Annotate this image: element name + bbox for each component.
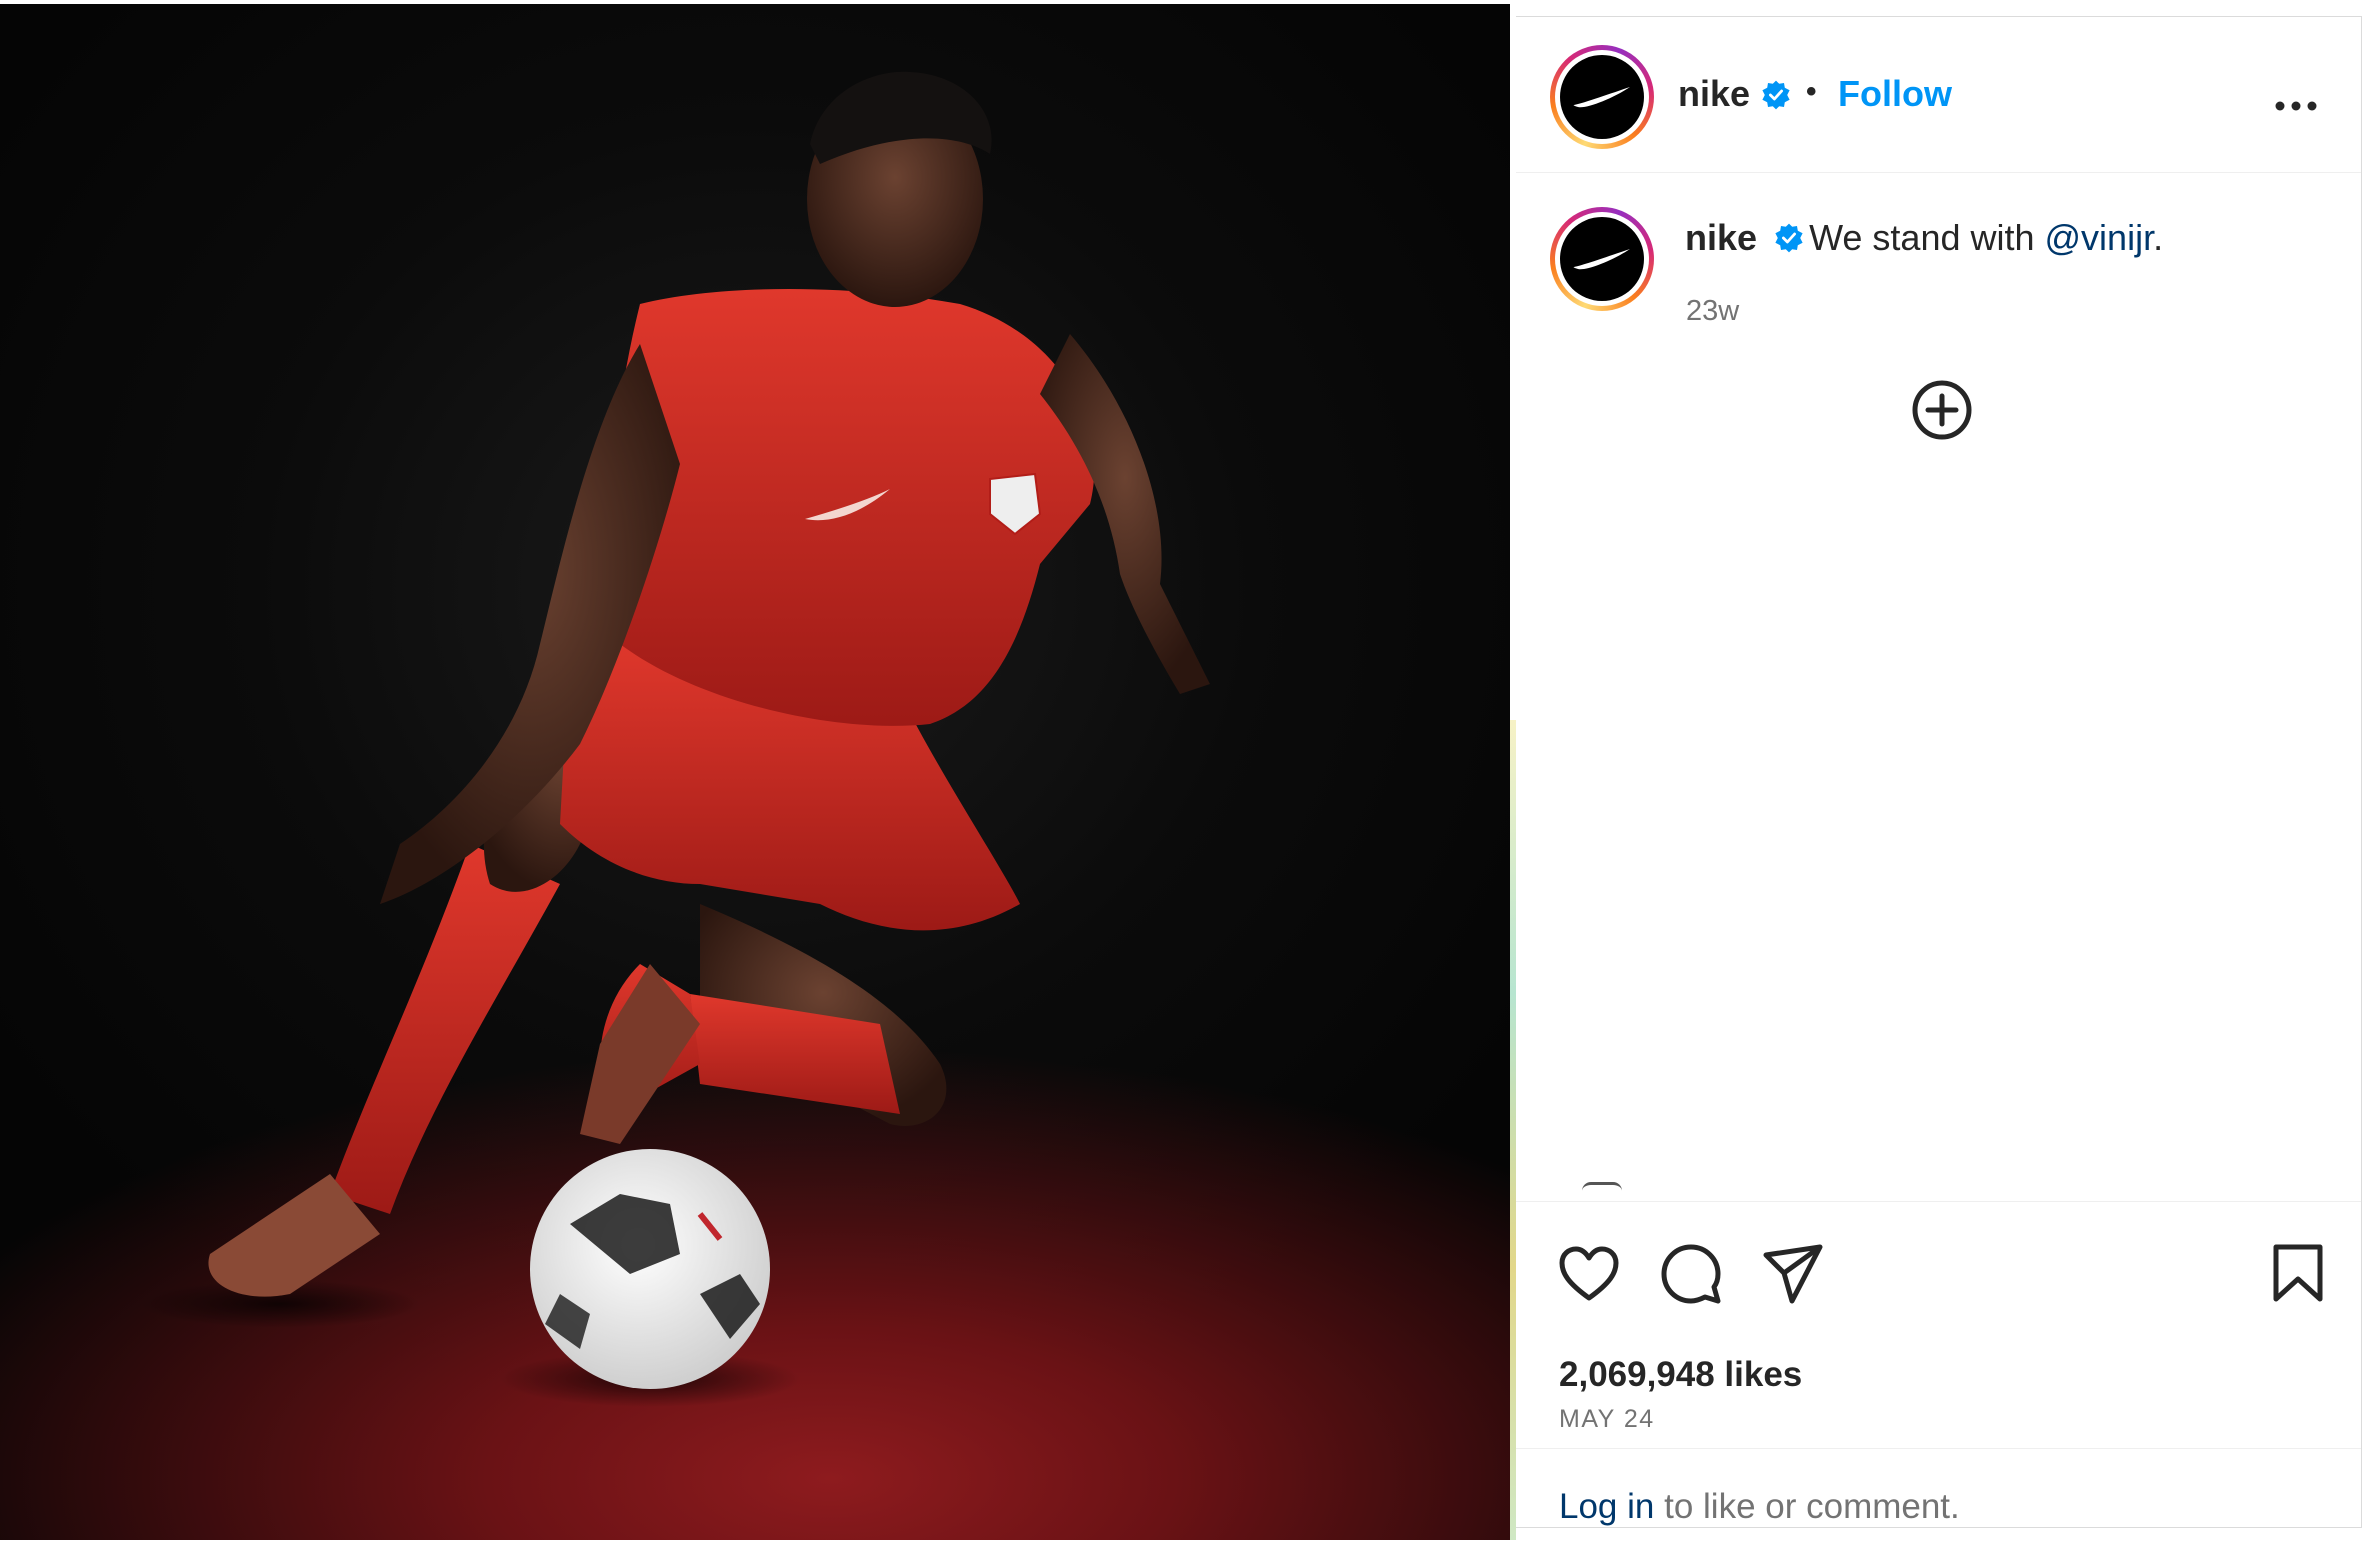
header-username[interactable]: nike — [1678, 73, 1750, 115]
caption-username[interactable]: nike — [1685, 217, 1757, 258]
verified-badge-icon — [1775, 223, 1803, 253]
nike-swoosh-icon — [1560, 217, 1644, 301]
login-prompt: Log in to like or comment. — [1559, 1487, 1960, 1527]
partial-comment-avatar — [1582, 1182, 1622, 1191]
login-link[interactable]: Log in — [1559, 1487, 1654, 1526]
post-image[interactable] — [0, 4, 1510, 1540]
bookmark-icon[interactable] — [2272, 1243, 2324, 1303]
share-icon[interactable] — [1762, 1243, 1824, 1305]
follow-button[interactable]: Follow — [1838, 73, 1952, 115]
caption-time[interactable]: 23w — [1686, 295, 1739, 328]
header-separator: • — [1806, 75, 1817, 108]
soccer-player-illustration — [140, 71, 1210, 1407]
plus-circle-icon[interactable] — [1911, 379, 1973, 441]
nike-swoosh-icon — [1560, 55, 1644, 139]
post-panel: nike • Follow nike We stand with @vinijr… — [1516, 16, 2362, 1528]
actions-divider — [1516, 1201, 2361, 1202]
mention-link[interactable]: @vinijr — [2045, 217, 2154, 258]
caption-end: . — [2153, 217, 2164, 258]
likes-count[interactable]: 2,069,948 likes — [1559, 1355, 1802, 1395]
heart-icon[interactable] — [1558, 1245, 1620, 1303]
profile-avatar[interactable] — [1550, 45, 1654, 149]
more-options-icon[interactable] — [2274, 99, 2318, 113]
footer-divider — [1516, 1448, 2361, 1449]
caption: nike We stand with @vinijr. — [1685, 217, 2163, 259]
caption-avatar[interactable] — [1550, 207, 1654, 311]
verified-badge-icon — [1762, 80, 1790, 110]
comment-icon[interactable] — [1660, 1243, 1722, 1305]
caption-body: We stand with — [1809, 217, 2045, 258]
post-header: nike • Follow — [1516, 17, 2361, 173]
login-prompt-text: to like or comment. — [1654, 1487, 1960, 1526]
post-date: MAY 24 — [1559, 1405, 1655, 1433]
